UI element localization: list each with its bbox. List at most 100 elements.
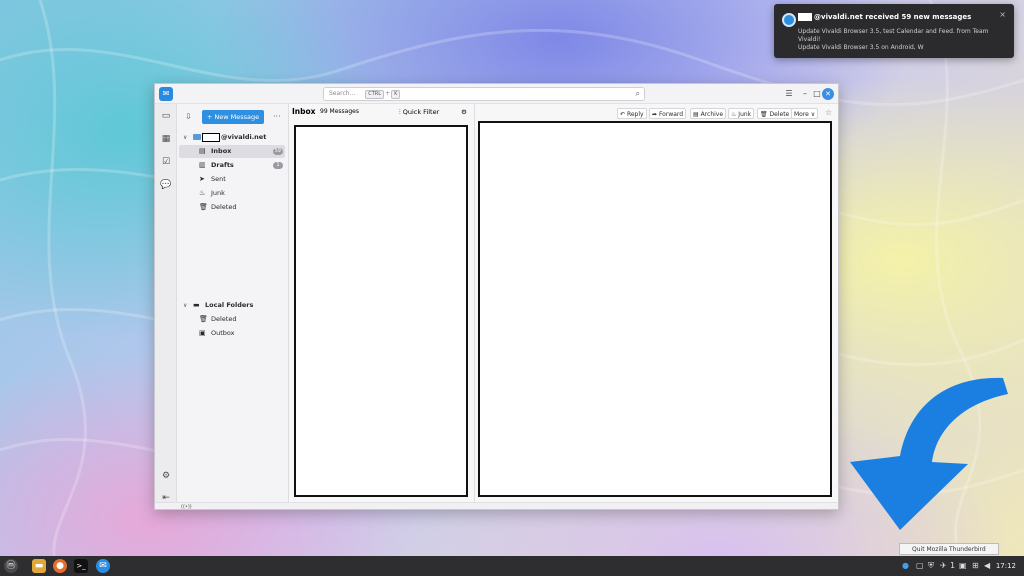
display-options-icon[interactable]: ⚙: [461, 104, 467, 120]
folder-drafts[interactable]: ▥ Drafts 1: [179, 159, 285, 172]
folder-junk[interactable]: ♨ Junk: [179, 187, 285, 200]
notification-line: Update Vivaldi Browser 3.5, test Calenda…: [798, 28, 989, 43]
folder-label: Deleted: [211, 203, 237, 211]
folder-sent[interactable]: ➤ Sent: [179, 173, 285, 186]
junk-label: Junk: [738, 111, 752, 118]
message-count: 99 Messages: [320, 108, 359, 115]
title-bar: ✉ Search... CTRL + K ⌕ ☰ – □ ✕: [155, 84, 838, 104]
local-folders-row[interactable]: ∨ ▬ Local Folders: [179, 299, 285, 312]
folder-icon: ▬: [193, 301, 200, 309]
outbox-icon: ▣: [199, 329, 206, 337]
inbox-icon: ▤: [199, 147, 206, 155]
forward-label: Forward: [658, 111, 684, 118]
tray-icon[interactable]: ▢: [916, 560, 924, 572]
redacted-box: [798, 13, 812, 21]
sent-icon: ➤: [199, 175, 205, 183]
drafts-icon: ▥: [199, 161, 206, 169]
files-icon[interactable]: ▬: [32, 559, 46, 573]
search-icon[interactable]: ⌕: [636, 88, 640, 100]
message-body[interactable]: [478, 121, 832, 497]
settings-icon[interactable]: ⚙: [160, 470, 172, 482]
new-message-button[interactable]: + New Message: [202, 110, 264, 124]
chevron-down-icon[interactable]: ∨: [183, 131, 187, 144]
shield-icon[interactable]: ⛨: [928, 560, 934, 572]
volume-icon[interactable]: ◀: [984, 560, 990, 572]
close-window-icon[interactable]: ✕: [822, 88, 834, 100]
online-status[interactable]: ((•)): [181, 504, 192, 509]
reply-button[interactable]: ↶ Reply: [617, 108, 647, 119]
tooltip: Quit Mozilla Thunderbird: [899, 543, 999, 555]
folder-label: Deleted: [211, 315, 237, 323]
trash-icon: 🗑: [199, 315, 208, 323]
message-list[interactable]: [294, 125, 468, 497]
firefox-icon[interactable]: ●: [53, 559, 67, 573]
trash-icon: 🗑: [199, 203, 208, 211]
thunderbird-tray-icon[interactable]: ●: [902, 560, 909, 572]
unread-badge: 59: [272, 148, 283, 155]
archive-label: Archive: [700, 111, 724, 118]
clock[interactable]: 17:12: [996, 560, 1016, 572]
local-folder-deleted[interactable]: 🗑 Deleted: [179, 313, 285, 326]
folder-label: Inbox: [211, 147, 232, 155]
taskbar: ⓜ ▬ ● >_ ✉ ● ▢ ⛨ ✈ 1 ▣ ⊞ ◀ 17:12: [0, 556, 1024, 576]
archive-button[interactable]: ▤ Archive: [690, 108, 727, 119]
notification-body: Update Vivaldi Browser 3.5, test Calenda…: [798, 28, 998, 52]
get-messages-icon[interactable]: ⇩: [185, 112, 192, 121]
menu-icon[interactable]: ☰: [783, 87, 795, 101]
more-label: More: [794, 111, 809, 118]
shortcut-plus: +: [385, 90, 391, 97]
calendar-icon[interactable]: ▦: [160, 133, 172, 145]
quick-filter-button[interactable]: ⫶ Quick Filter: [399, 104, 439, 120]
shortcut-key: K: [391, 90, 401, 99]
folder-deleted[interactable]: 🗑 Deleted: [179, 201, 285, 214]
spaces-toolbar: ▭ ▦ ☑ 💬 ⚙ ⇤: [155, 104, 177, 509]
minimize-icon[interactable]: –: [799, 87, 811, 101]
terminal-icon[interactable]: >_: [74, 559, 88, 573]
message-list-pane: Inbox 99 Messages ⫶ Quick Filter ⚙: [289, 104, 475, 502]
account-label: @vivaldi.net: [221, 133, 267, 141]
mail-app-icon[interactable]: ✉: [159, 87, 173, 101]
account-icon: [193, 134, 201, 140]
folder-label: Drafts: [211, 161, 234, 169]
mail-space-icon[interactable]: ▭: [160, 110, 172, 122]
folder-label: Junk: [211, 189, 225, 197]
chevron-down-icon[interactable]: ∨: [183, 299, 187, 312]
reply-label: Reply: [626, 111, 644, 118]
close-icon[interactable]: ×: [999, 10, 1006, 19]
forward-button[interactable]: ➦ Forward: [649, 108, 687, 119]
new-message-label: New Message: [214, 113, 260, 121]
network-tools-icon[interactable]: ✈: [940, 560, 947, 572]
status-bar: ((•)): [155, 502, 838, 509]
unread-badge: 1: [273, 162, 283, 169]
delete-label: Delete: [769, 111, 790, 118]
account-row[interactable]: ∨ @vivaldi.net: [179, 131, 285, 144]
message-reader-pane: ↶ Reply ➦ Forward ▤ Archive ♨ Junk 🗑 Del…: [475, 104, 838, 502]
search-input[interactable]: Search... CTRL + K ⌕: [323, 87, 645, 101]
folder-inbox[interactable]: ▤ Inbox 59: [179, 145, 285, 158]
folder-title: Inbox: [292, 107, 316, 116]
thunderbird-icon: [782, 13, 796, 27]
shortcut-key: CTRL: [365, 90, 385, 99]
local-folder-outbox[interactable]: ▣ Outbox: [179, 327, 285, 340]
folder-label: Sent: [211, 175, 226, 183]
network-icon[interactable]: ⊞: [972, 560, 979, 572]
thunderbird-icon[interactable]: ✉: [96, 559, 110, 573]
folder-pane-menu-button[interactable]: ···: [273, 112, 281, 121]
notification-line: Update Vivaldi Browser 3.5 on Android, W: [798, 44, 924, 51]
folder-pane: ⇩ + New Message ··· ∨ @vivaldi.net ▤ Inbo…: [177, 104, 289, 502]
star-icon[interactable]: ☆: [825, 108, 832, 117]
local-folders-label: Local Folders: [205, 301, 254, 309]
junk-icon: ♨: [199, 189, 206, 197]
clipboard-icon[interactable]: ▣: [959, 560, 967, 572]
redacted-box: [202, 133, 220, 142]
junk-button[interactable]: ♨ Junk: [728, 108, 755, 119]
message-list-header: Inbox 99 Messages ⫶ Quick Filter ⚙: [289, 104, 474, 120]
tasks-icon[interactable]: ☑: [160, 156, 172, 168]
more-button[interactable]: More ∨: [791, 108, 819, 119]
chat-icon[interactable]: 💬: [160, 179, 172, 191]
mint-menu-icon[interactable]: ⓜ: [4, 559, 18, 573]
quick-filter-label: Quick Filter: [402, 108, 440, 116]
delete-button[interactable]: 🗑 Delete: [757, 108, 793, 119]
thunderbird-window: ✉ Search... CTRL + K ⌕ ☰ – □ ✕ ▭ ▦ ☑ 💬 ⚙ ⇤…: [154, 83, 839, 510]
notification-popup[interactable]: @vivaldi.net received 59 new messages Up…: [774, 4, 1014, 58]
